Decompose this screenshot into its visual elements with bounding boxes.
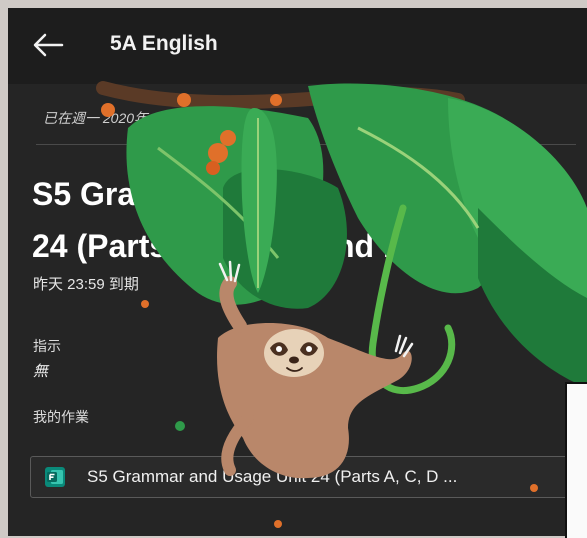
class-title: 5A English (110, 32, 218, 55)
instructions-label: 指示 (33, 338, 61, 354)
header-bar: 5A English (8, 8, 587, 84)
posted-date: 已在週一 2020年 (43, 110, 149, 126)
due-date: 昨天 23:59 到期 (33, 276, 139, 293)
attachment-name: S5 Grammar and Usage Unit 24 (Parts A, C… (87, 467, 458, 486)
my-work-label: 我的作業 (33, 409, 89, 425)
back-button[interactable] (30, 30, 66, 60)
assignment-title-line1: S5 Gram (32, 176, 164, 212)
app-window: 5A English 已在週一 2020年 S5 Gram 24 (Parts … (8, 8, 587, 536)
assignment-title-line2-tail: nd F (335, 228, 403, 264)
assignment-details: 已在週一 2020年 S5 Gram 24 (Parts nd F 昨天 23:… (8, 84, 587, 536)
divider (36, 144, 576, 145)
instructions-value: 無 (33, 363, 49, 380)
assignment-title-line2: 24 (Parts (32, 228, 168, 264)
side-panel-edge (565, 382, 587, 538)
arrow-left-icon (33, 33, 64, 57)
microsoft-forms-icon (45, 467, 65, 487)
attachment-item[interactable]: S5 Grammar and Usage Unit 24 (Parts A, C… (30, 456, 572, 498)
